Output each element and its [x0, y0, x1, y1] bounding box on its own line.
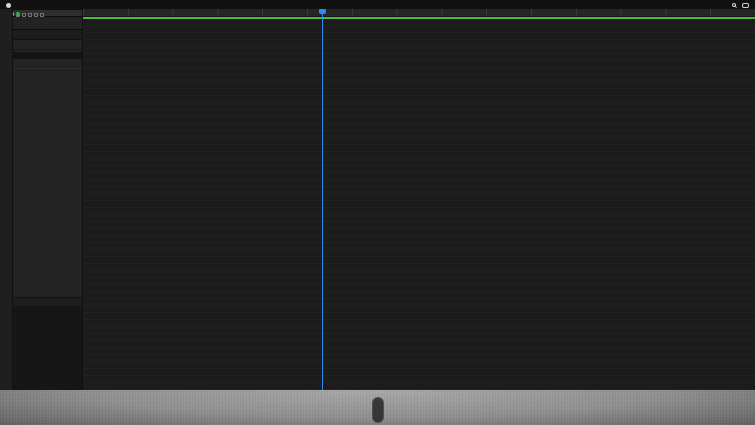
spotlight-search-icon[interactable] [732, 3, 736, 7]
desktop [0, 390, 755, 425]
control-center-icon[interactable] [742, 3, 749, 8]
linked-selection-icon[interactable] [28, 13, 32, 17]
add-marker-icon[interactable] [34, 13, 38, 17]
dock [372, 397, 384, 423]
timeline-settings-icon[interactable] [40, 13, 44, 17]
timeline-panel [0, 0, 755, 84]
timeline-toolbar [0, 9, 13, 425]
timeline-playhead[interactable] [322, 9, 323, 418]
apple-menu-icon[interactable] [6, 3, 11, 8]
screen: fx ↺ ↺ [0, 0, 755, 425]
master-track-header[interactable] [13, 17, 82, 24]
snap-icon[interactable] [22, 13, 26, 17]
timeline-ruler[interactable] [83, 9, 755, 17]
insert-overwrite-icon[interactable] [16, 13, 20, 17]
timeline-tracks-area[interactable] [83, 19, 755, 418]
timeline-header [13, 9, 83, 425]
